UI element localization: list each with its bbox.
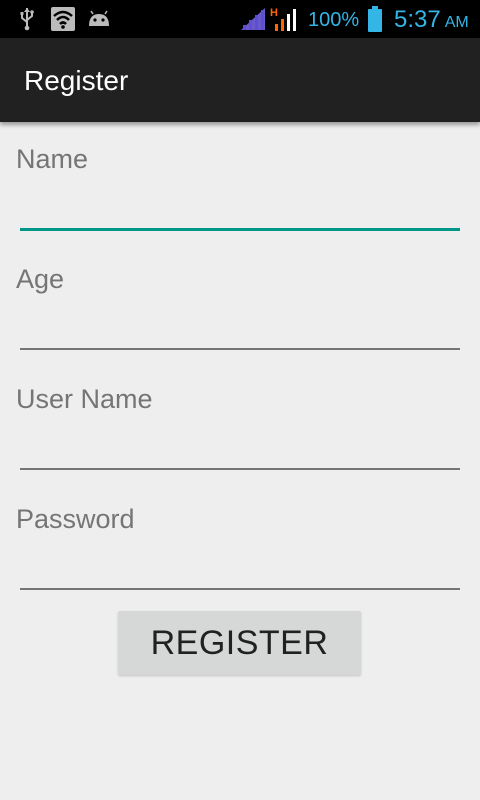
name-label: Name: [16, 144, 89, 174]
username-field[interactable]: [20, 426, 460, 470]
clock-time: 5:37: [394, 6, 441, 33]
signal-h-icon: H: [270, 6, 298, 32]
signal-icon: [240, 6, 266, 32]
battery-percent: 100%: [308, 9, 360, 31]
username-label: User Name: [16, 384, 153, 414]
age-field[interactable]: [20, 306, 460, 350]
usb-icon: [16, 6, 38, 32]
register-screen: H 100% 5:37 AM Register Name Age User Nam…: [0, 0, 480, 800]
android-icon: [86, 6, 112, 32]
wifi-icon: [50, 6, 76, 32]
clock-ampm: AM: [444, 14, 469, 31]
status-bar: H 100% 5:37 AM: [0, 0, 480, 38]
svg-text:H: H: [270, 7, 278, 19]
name-field[interactable]: [20, 187, 460, 231]
register-button[interactable]: REGISTER: [118, 611, 361, 675]
password-field[interactable]: [20, 546, 460, 590]
action-bar: Register: [0, 38, 480, 122]
battery-icon: [366, 6, 384, 32]
password-label: Password: [16, 504, 135, 534]
clock: 5:37 AM: [394, 6, 469, 37]
page-title: Register: [24, 65, 129, 96]
age-label: Age: [16, 264, 65, 294]
